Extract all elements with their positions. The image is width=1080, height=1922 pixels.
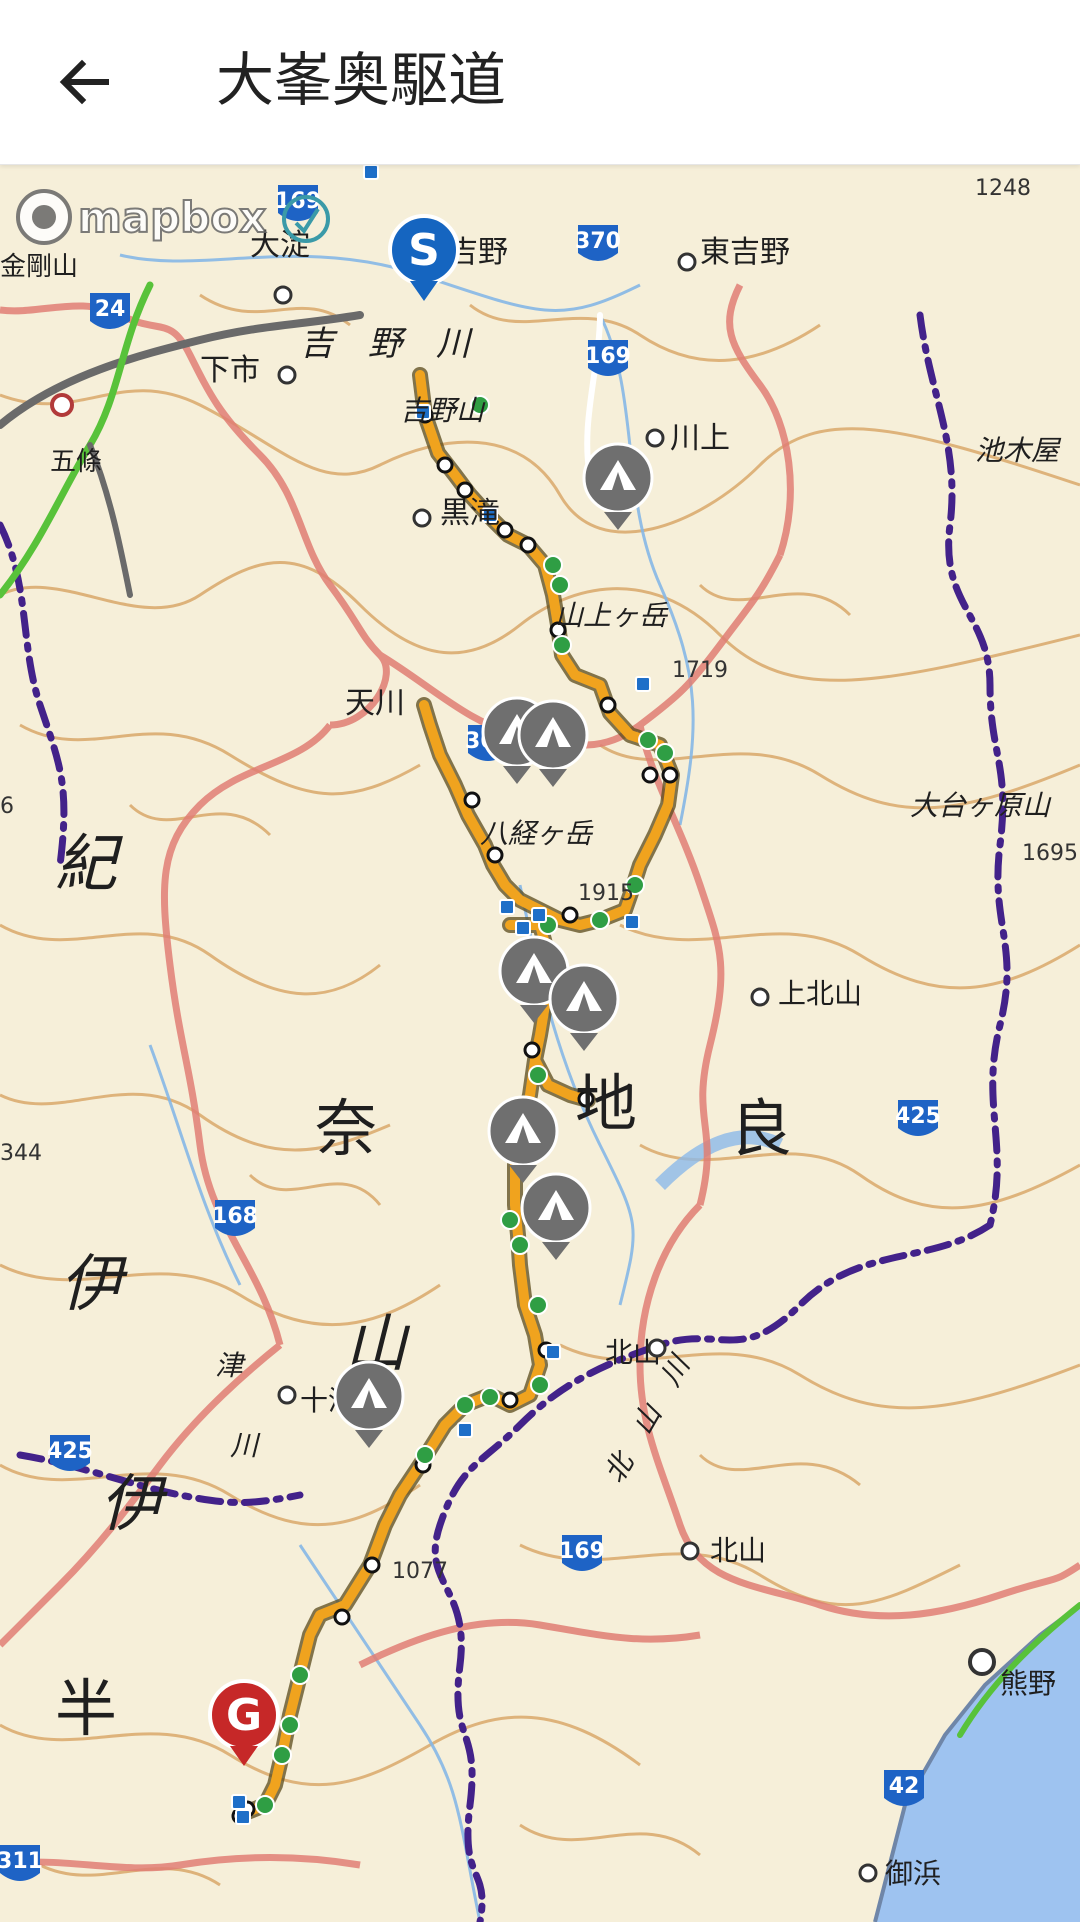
place-odaigahara: 大台ヶ原山 (910, 789, 1052, 822)
place-sanjogatake: 山上ヶ岳 (555, 599, 669, 632)
junction-marker (50, 393, 74, 417)
place-higashiyoshino: 東吉野 (700, 235, 790, 270)
place-ryo: 良 (730, 1092, 792, 1165)
mapbox-wordmark: mapbox (78, 193, 266, 242)
svg-text:1695: 1695 (1022, 841, 1078, 866)
junction-marker (968, 1648, 996, 1676)
mapbox-logo[interactable]: mapbox (16, 189, 267, 245)
svg-text:1915: 1915 (578, 881, 634, 906)
place-misengatake: 八経ヶ岳 (480, 817, 594, 850)
svg-text:344: 344 (0, 1141, 42, 1166)
start-marker-label: S (408, 225, 440, 276)
place-kitayama2: 北山 (710, 1534, 766, 1567)
place-chi: 地 (575, 1067, 637, 1140)
place-i1: 伊 (60, 1247, 128, 1320)
map-view[interactable]: 大淀 吉野 東吉野 下市 吉 野 川 吉野山 川上 黒滝 山上ヶ岳 天川 八経ヶ… (0, 165, 1080, 1922)
app-bar: 大峯奥駆道 (0, 0, 1080, 165)
place-kawa: 川 (230, 1429, 261, 1462)
route-shield-425: 425 (895, 1100, 941, 1136)
svg-text:1077: 1077 (392, 1559, 448, 1584)
svg-text:169: 169 (559, 1539, 605, 1564)
svg-text:6: 6 (0, 794, 14, 819)
route-shield-425-b: 425 (47, 1435, 93, 1471)
place-ikeki: 池木屋 (975, 434, 1062, 467)
place-kongo: 金剛山 (0, 252, 78, 282)
place-kurotaki: 黒滝 (440, 496, 500, 531)
route-shield-169-c: 169 (559, 1535, 605, 1571)
route-shield-24: 24 (90, 293, 130, 329)
svg-text:169: 169 (275, 189, 321, 214)
svg-text:370: 370 (575, 229, 621, 254)
place-yoshinoyama: 吉野山 (400, 394, 486, 427)
place-kamikitayama: 上北山 (778, 977, 862, 1010)
place-kii: 紀 (55, 827, 123, 900)
svg-text:425: 425 (47, 1439, 93, 1464)
place-i2: 伊 (100, 1467, 168, 1540)
back-button[interactable] (40, 38, 128, 126)
svg-text:425: 425 (895, 1104, 941, 1129)
place-tsu: 津 (215, 1349, 246, 1382)
route-shield-42: 42 (884, 1770, 924, 1806)
place-mihama: 御浜 (885, 1857, 941, 1890)
svg-text:1248: 1248 (975, 176, 1031, 201)
place-tenkawa: 天川 (345, 686, 405, 721)
place-kawakami: 川上 (670, 421, 730, 456)
place-yoshino-river: 吉 野 川 (300, 324, 473, 364)
place-shimoichi: 下市 (200, 353, 260, 388)
svg-text:311: 311 (0, 1849, 43, 1874)
map-canvas[interactable]: 大淀 吉野 東吉野 下市 吉 野 川 吉野山 川上 黒滝 山上ヶ岳 天川 八経ヶ… (0, 165, 1080, 1922)
route-shield-169-b: 169 (585, 340, 631, 376)
place-gojo: 五條 (50, 447, 102, 477)
svg-text:168: 168 (212, 1204, 258, 1229)
svg-text:24: 24 (95, 297, 126, 322)
route-shield-370: 370 (575, 225, 621, 261)
arrow-left-icon (59, 59, 109, 105)
place-han: 半 (55, 1672, 117, 1745)
place-kumano: 熊野 (1000, 1667, 1056, 1700)
page-title: 大峯奥駆道 (216, 46, 507, 114)
route-shield-168: 168 (212, 1200, 258, 1236)
svg-text:169: 169 (585, 344, 631, 369)
goal-marker-label: G (226, 1690, 262, 1741)
svg-text:42: 42 (889, 1774, 920, 1799)
place-nara: 奈 (315, 1092, 377, 1165)
svg-text:1719: 1719 (672, 658, 728, 683)
